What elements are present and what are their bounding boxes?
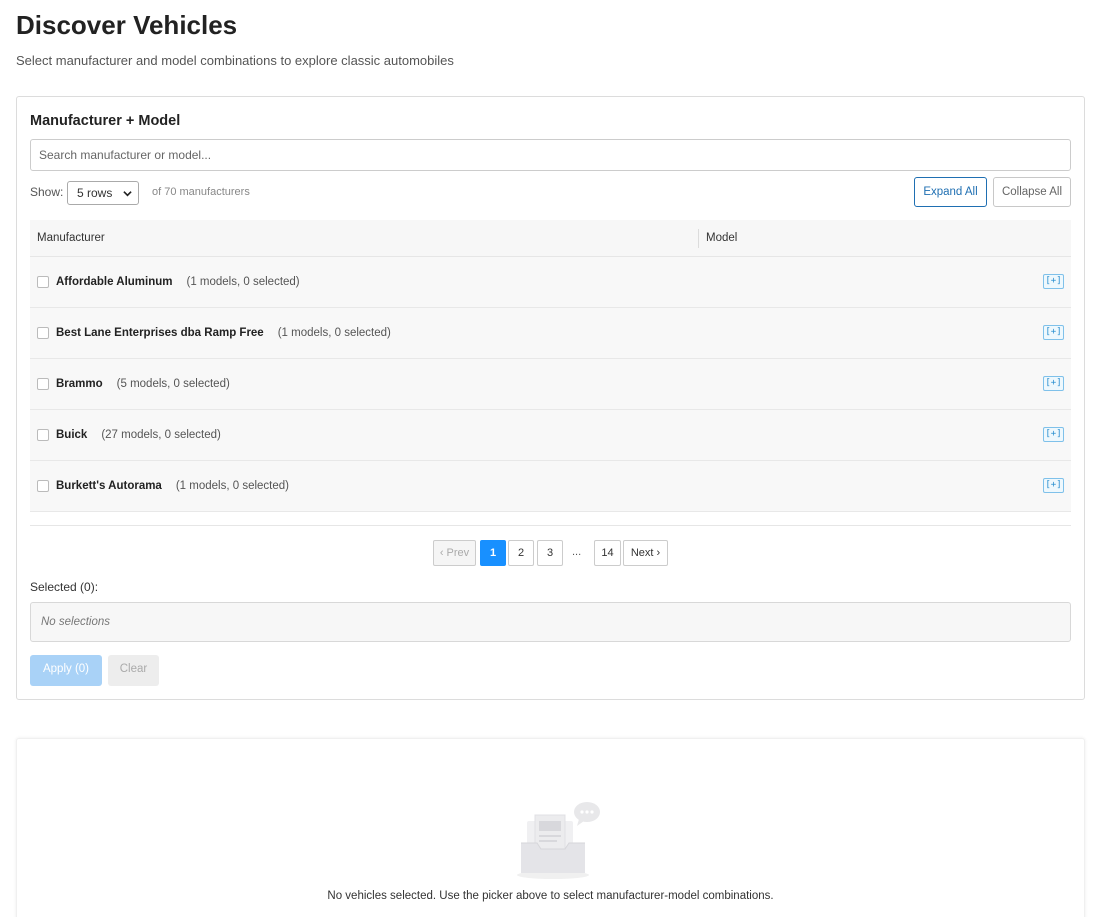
row-checkbox[interactable] xyxy=(37,480,49,492)
expand-row-button[interactable]: [+] xyxy=(1043,427,1064,442)
table-row: Best Lane Enterprises dba Ramp Free (1 mo… xyxy=(30,308,1071,359)
row-checkbox[interactable] xyxy=(37,276,49,288)
manufacturer-name: Brammo (5 models, 0 selected) xyxy=(56,378,230,390)
expand-row-button[interactable]: [+] xyxy=(1043,478,1064,493)
chevron-down-icon xyxy=(123,191,132,197)
manufacturer-name: Burkett's Autorama (1 models, 0 selected) xyxy=(56,480,289,492)
pagination: ‹ Prev 1 2 3 ... 14 Next › xyxy=(17,540,1084,566)
model-count: (1 models, 0 selected) xyxy=(277,327,391,339)
table-row: Buick (27 models, 0 selected) [+] xyxy=(30,410,1071,461)
prev-page-button[interactable]: ‹ Prev xyxy=(433,540,476,566)
manufacturer-name: Buick (27 models, 0 selected) xyxy=(56,429,221,441)
picker-title: Manufacturer + Model xyxy=(30,113,181,129)
clear-button[interactable]: Clear xyxy=(108,655,159,686)
manufacturer-label: Best Lane Enterprises dba Ramp Free xyxy=(56,327,264,339)
model-count: (1 models, 0 selected) xyxy=(175,480,289,492)
pagination-ellipsis: ... xyxy=(572,546,582,558)
model-count: (5 models, 0 selected) xyxy=(116,378,230,390)
selected-label: Selected (0): xyxy=(30,580,99,594)
empty-inbox-icon xyxy=(517,802,600,879)
manufacturer-count: of 70 manufacturers xyxy=(152,186,250,198)
search-input[interactable] xyxy=(30,139,1071,171)
column-header-manufacturer: Manufacturer xyxy=(37,232,105,244)
expand-row-button[interactable]: [+] xyxy=(1043,274,1064,289)
page-button-1[interactable]: 1 xyxy=(480,540,506,566)
expand-row-button[interactable]: [+] xyxy=(1043,325,1064,340)
manufacturer-label: Brammo xyxy=(56,378,103,390)
collapse-all-button[interactable]: Collapse All xyxy=(993,177,1071,207)
manufacturer-label: Burkett's Autorama xyxy=(56,480,162,492)
table-row: Brammo (5 models, 0 selected) [+] xyxy=(30,359,1071,410)
manufacturer-name: Best Lane Enterprises dba Ramp Free (1 mo… xyxy=(56,327,391,339)
rows-per-page-select[interactable]: 5 rows xyxy=(67,181,139,205)
manufacturer-label: Affordable Aluminum xyxy=(56,276,173,288)
model-count: (27 models, 0 selected) xyxy=(101,429,221,441)
rows-per-page-value: 5 rows xyxy=(77,186,113,200)
results-panel: No vehicles selected. Use the picker abo… xyxy=(16,738,1085,917)
page-button-14[interactable]: 14 xyxy=(594,540,621,566)
table-row: Affordable Aluminum (1 models, 0 selected… xyxy=(30,257,1071,308)
next-page-button[interactable]: Next › xyxy=(623,540,668,566)
expand-all-button[interactable]: Expand All xyxy=(914,177,987,207)
page-button-2[interactable]: 2 xyxy=(508,540,534,566)
column-divider[interactable] xyxy=(698,229,699,248)
row-checkbox[interactable] xyxy=(37,327,49,339)
expand-row-button[interactable]: [+] xyxy=(1043,376,1064,391)
apply-button[interactable]: Apply (0) xyxy=(30,655,102,686)
row-checkbox[interactable] xyxy=(37,429,49,441)
page-subtitle: Select manufacturer and model combinatio… xyxy=(16,53,454,68)
manufacturer-label: Buick xyxy=(56,429,88,441)
table-header: Manufacturer Model xyxy=(30,220,1071,257)
page-button-3[interactable]: 3 xyxy=(537,540,563,566)
row-checkbox[interactable] xyxy=(37,378,49,390)
selected-list: No selections xyxy=(30,602,1071,642)
model-count: (1 models, 0 selected) xyxy=(186,276,300,288)
page-title: Discover Vehicles xyxy=(16,10,238,40)
empty-state-message: No vehicles selected. Use the picker abo… xyxy=(327,890,774,902)
selected-empty-text: No selections xyxy=(41,616,111,628)
manufacturer-model-picker: Manufacturer + Model Show: 5 rows of 70 … xyxy=(16,96,1085,700)
column-header-model: Model xyxy=(706,232,738,244)
manufacturer-name: Affordable Aluminum (1 models, 0 selected… xyxy=(56,276,300,288)
manufacturer-table: Manufacturer Model Affordable Aluminum (1… xyxy=(30,220,1071,512)
table-row: Burkett's Autorama (1 models, 0 selected)… xyxy=(30,461,1071,512)
divider xyxy=(30,525,1071,526)
show-label: Show: xyxy=(30,185,64,199)
